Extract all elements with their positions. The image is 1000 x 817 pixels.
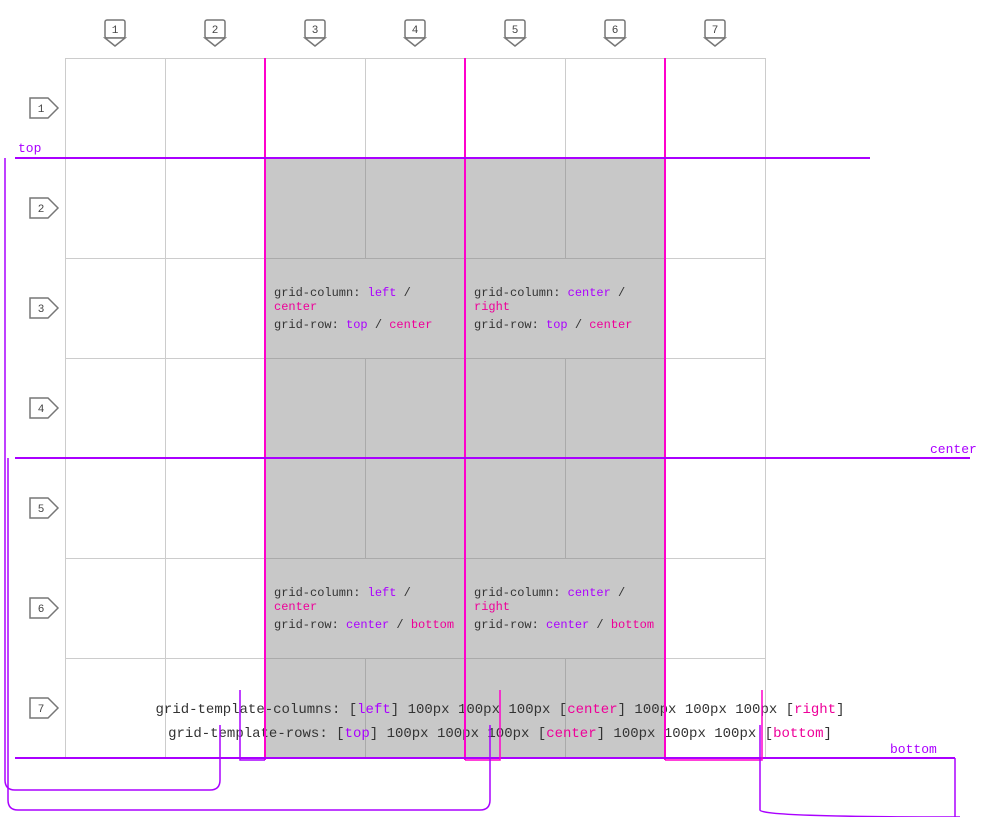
col-left-kw: left [357,702,391,718]
label-bottom: bottom [890,742,937,757]
cell-tl-label: grid-column: left / center grid-row: top… [266,259,466,359]
svg-text:1: 1 [38,104,45,116]
col-label-1: 1 [112,25,119,37]
cell-r1c3 [366,159,466,259]
col-right-kw: right [794,702,836,718]
row-bottom-kw: bottom [773,726,823,742]
col-badge-1-tip [105,38,125,46]
row-prefix: grid-template-rows: [ [168,726,344,742]
svg-text:5: 5 [512,25,519,37]
cell-bl-label: grid-column: left / center grid-row: cen… [266,559,466,659]
tr-col-text: grid-column: center / right [474,286,657,314]
col-mid2: ] 100px 100px 100px [ [618,702,794,718]
svg-text:4: 4 [412,25,419,37]
grid-container: grid-column: left / center grid-row: top… [65,58,766,759]
cell-r0c3 [366,59,466,159]
cell-r1c4 [466,159,566,259]
svg-text:7: 7 [712,25,719,37]
svg-text:5: 5 [38,504,45,516]
tl-col-text: grid-column: left / center [274,286,457,314]
svg-text:2: 2 [38,204,45,216]
cell-r1c2 [266,159,366,259]
label-center-h: center [930,442,977,457]
col-center-kw: center [567,702,617,718]
tr-row-text: grid-row: top / center [474,318,657,332]
col-mid1: ] 100px 100px 100px [ [391,702,567,718]
full-grid: grid-column: left / center grid-row: top… [65,58,766,759]
cell-r0c4 [466,59,566,159]
svg-text:2: 2 [212,25,219,37]
bl-col-text: grid-column: left / center [274,586,457,614]
bl-row-text: grid-row: center / bottom [274,618,457,632]
row-badge-1 [30,98,58,118]
cell-r0c5 [566,59,666,159]
cell-r2c6 [666,259,766,359]
svg-text:3: 3 [312,25,319,37]
cell-r0c2 [266,59,366,159]
cell-r2c1 [166,259,266,359]
cell-r3c4 [466,359,566,459]
cell-r3c2 [266,359,366,459]
cell-r3c1 [166,359,266,459]
svg-text:6: 6 [38,604,45,616]
cell-r4c4 [466,459,566,559]
cell-r5c1 [166,559,266,659]
cell-r3c5 [566,359,666,459]
cell-r4c6 [666,459,766,559]
main-container: top center bottom 1 2 3 4 5 6 7 1 [0,0,1000,817]
row-end: ] [823,726,831,742]
cell-r4c1 [166,459,266,559]
tl-row-text: grid-row: top / center [274,318,457,332]
cell-r4c3 [366,459,466,559]
row-mid2: ] 100px 100px 100px [ [597,726,773,742]
cell-tr-label: grid-column: center / right grid-row: to… [466,259,666,359]
row-top-kw: top [345,726,370,742]
cell-r1c1 [166,159,266,259]
cell-r1c6 [666,159,766,259]
cell-r5c6 [666,559,766,659]
cell-r1c5 [566,159,666,259]
cell-r0c6 [666,59,766,159]
cell-r4c2 [266,459,366,559]
rows-formula: grid-template-rows: [top] 100px 100px 10… [0,726,1000,742]
row-mid1: ] 100px 100px 100px [ [370,726,546,742]
cell-r3c3 [366,359,466,459]
cell-r4c0 [66,459,166,559]
br-row-text: grid-row: center / bottom [474,618,657,632]
cell-r4c5 [566,459,666,559]
svg-text:4: 4 [38,404,45,416]
col-end: ] [836,702,844,718]
svg-text:6: 6 [612,25,619,37]
svg-text:3: 3 [38,304,45,316]
cell-r2c0 [66,259,166,359]
cell-br-label: grid-column: center / right grid-row: ce… [466,559,666,659]
cell-r5c0 [66,559,166,659]
annotation-area: grid-template-columns: [left] 100px 100p… [0,702,1000,742]
cell-r0c0 [66,59,166,159]
cell-r0c1 [166,59,266,159]
col-prefix: grid-template-columns: [ [156,702,358,718]
cell-r1c0 [66,159,166,259]
label-top: top [18,141,41,156]
cell-r3c6 [666,359,766,459]
col-badge-1 [105,20,125,38]
columns-formula: grid-template-columns: [left] 100px 100p… [0,702,1000,718]
cell-r3c0 [66,359,166,459]
row-center-kw: center [546,726,596,742]
br-col-text: grid-column: center / right [474,586,657,614]
